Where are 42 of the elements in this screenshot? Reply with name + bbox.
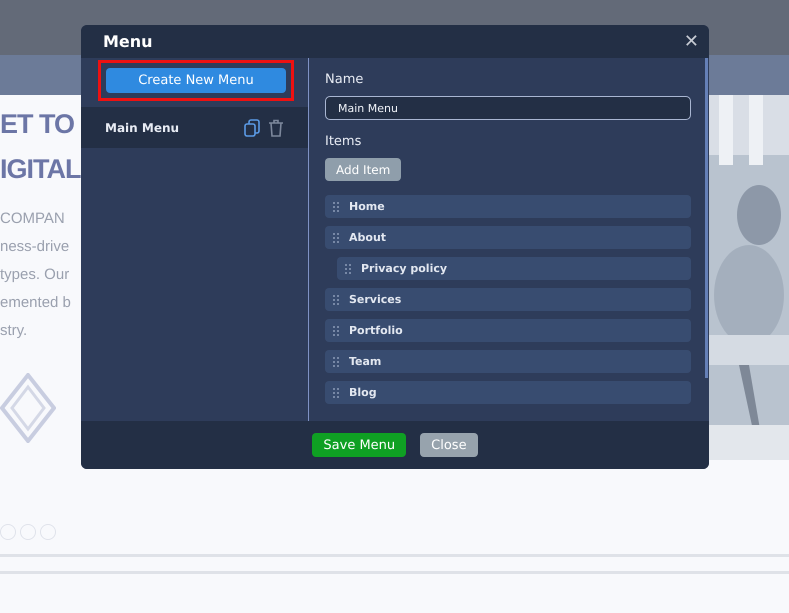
headline: IGITAL xyxy=(0,154,81,185)
menu-item-label: Home xyxy=(349,200,385,213)
menu-item-label: Portfolio xyxy=(349,324,403,337)
name-field[interactable]: Main Menu xyxy=(325,96,691,120)
trash-icon[interactable] xyxy=(268,118,284,136)
menu-item-label: Services xyxy=(349,293,402,306)
menu-item-label: About xyxy=(349,231,386,244)
menu-item-label: Blog xyxy=(349,386,377,399)
dialog-title: Menu xyxy=(103,32,153,51)
paragraph-line: emented b xyxy=(0,293,72,313)
menu-item-row[interactable]: Home xyxy=(325,195,691,218)
drag-handle-icon[interactable] xyxy=(333,356,339,366)
name-label: Name xyxy=(325,72,364,87)
paragraph-line: types. Our xyxy=(0,265,70,285)
drag-handle-icon[interactable] xyxy=(333,232,339,242)
menu-item-row[interactable]: Privacy policy xyxy=(337,257,691,280)
menu-name: Main Menu xyxy=(105,120,180,134)
drag-handle-icon[interactable] xyxy=(333,388,339,398)
drag-handle-icon[interactable] xyxy=(345,264,351,274)
menu-item-row[interactable]: Services xyxy=(325,288,691,311)
menu-list-item[interactable]: Main Menu xyxy=(81,107,308,148)
paragraph-line: COMPAN xyxy=(0,209,66,229)
headline: ET TO xyxy=(0,109,76,140)
pill-icon xyxy=(0,524,16,540)
logo-icon xyxy=(0,373,56,443)
drag-handle-icon[interactable] xyxy=(333,294,339,304)
menu-item-row[interactable]: Team xyxy=(325,350,691,373)
pill-icon xyxy=(40,524,56,540)
paragraph-line: stry. xyxy=(0,321,28,341)
drag-handle-icon[interactable] xyxy=(333,326,339,336)
menu-item-row[interactable]: Blog xyxy=(325,381,691,404)
scrollbar[interactable] xyxy=(705,58,708,378)
create-menu-button[interactable]: Create New Menu xyxy=(106,68,286,93)
menu-item-row[interactable]: Portfolio xyxy=(325,319,691,342)
pill-icon xyxy=(20,524,36,540)
menu-item-label: Team xyxy=(349,355,382,368)
menu-item-label: Privacy policy xyxy=(361,262,448,275)
drag-handle-icon[interactable] xyxy=(333,202,339,212)
paragraph-line: ness-drive xyxy=(0,237,70,257)
items-label: Items xyxy=(325,134,362,149)
copy-icon[interactable] xyxy=(244,118,260,136)
menu-item-row[interactable]: About xyxy=(325,226,691,249)
